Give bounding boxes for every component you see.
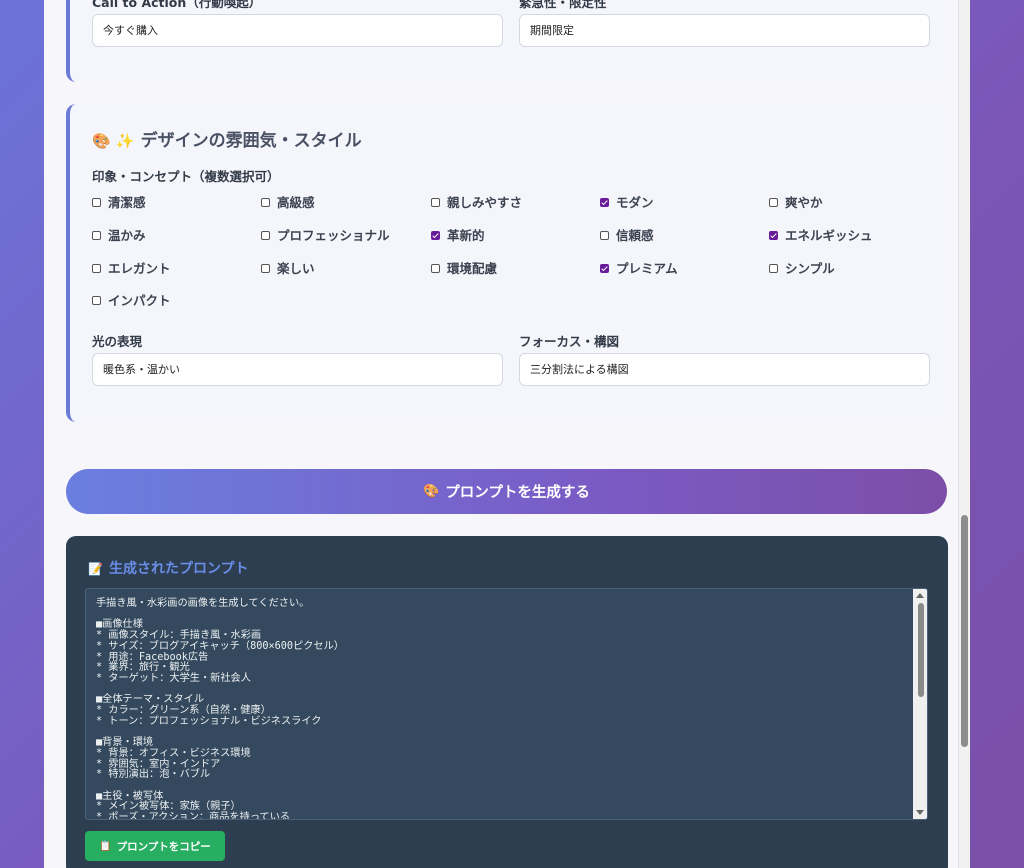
copy-prompt-button[interactable]: 📋 プロンプトをコピー <box>85 831 225 861</box>
concept-checkbox-option[interactable]: 清潔感 <box>92 192 146 211</box>
prompt-output-text: 手描き風・水彩画の画像を生成してください。 ■画像仕様 * 画像スタイル：手描き… <box>96 598 344 820</box>
checkbox-label: プレミアム <box>616 261 678 276</box>
palette-icon: 🎨 <box>423 484 440 499</box>
checkbox[interactable] <box>431 198 440 207</box>
generate-prompt-label: プロンプトを生成する <box>445 485 590 501</box>
result-title-text: 生成されたプロンプト <box>108 561 249 577</box>
checkbox-label: インパクト <box>108 293 171 308</box>
checkbox[interactable] <box>600 198 609 207</box>
concept-checkbox-option[interactable]: 環境配慮 <box>431 258 497 277</box>
checkbox-label: 革新的 <box>447 228 485 243</box>
checkbox-label: エネルギッシュ <box>785 228 873 243</box>
cta-section: Call to Action（行動喚起） 今すぐ購入 緊急性・限定性 期間限定 <box>66 0 948 82</box>
concept-checkbox-option[interactable]: エレガント <box>92 258 171 277</box>
scroll-up-arrow-icon[interactable] <box>916 593 924 598</box>
concept-checkbox-option[interactable]: 温かみ <box>92 225 146 244</box>
concept-label: 印象・コンセプト（複数選択可） <box>92 169 280 184</box>
checkbox[interactable] <box>92 264 101 273</box>
checkbox[interactable] <box>92 231 101 240</box>
main-content: Call to Action（行動喚起） 今すぐ購入 緊急性・限定性 期間限定 … <box>44 0 970 868</box>
checkbox[interactable] <box>92 296 101 305</box>
result-title: 📝 生成されたプロンプト <box>88 558 249 578</box>
checkbox-label: 信頼感 <box>616 228 654 243</box>
checkbox-label: 高級感 <box>277 195 315 210</box>
page-scrollbar[interactable] <box>958 0 970 868</box>
copy-prompt-label: プロンプトをコピー <box>116 840 211 853</box>
checkbox-label: 楽しい <box>277 261 315 276</box>
checkbox[interactable] <box>261 198 270 207</box>
checkbox[interactable] <box>769 231 778 240</box>
light-label: 光の表現 <box>92 334 143 349</box>
clipboard-icon: 📋 <box>99 840 112 852</box>
urgency-input[interactable]: 期間限定 <box>519 14 930 47</box>
checkbox-label: 親しみやすさ <box>447 195 523 210</box>
checkbox-label: 環境配慮 <box>447 261 498 276</box>
result-panel: 📝 生成されたプロンプト 手描き風・水彩画の画像を生成してください。 ■画像仕様 … <box>66 536 948 868</box>
concept-checkbox-option[interactable]: エネルギッシュ <box>769 225 873 244</box>
checkbox[interactable] <box>431 264 440 273</box>
checkbox[interactable] <box>92 198 101 207</box>
concept-checkbox-option[interactable]: モダン <box>600 192 654 211</box>
focus-label: フォーカス・構図 <box>519 334 620 349</box>
checkbox-label: エレガント <box>108 261 171 276</box>
concept-checkbox-option[interactable]: 高級感 <box>261 192 315 211</box>
concept-checkbox-option[interactable]: プレミアム <box>600 258 678 277</box>
palette-sparkle-icon: 🎨 ✨ <box>92 132 135 150</box>
cta-input[interactable]: 今すぐ購入 <box>92 14 503 47</box>
concept-checkbox-option[interactable]: プロフェッショナル <box>261 225 390 244</box>
checkbox-label: シンプル <box>785 261 835 276</box>
checkbox-label: 温かみ <box>108 228 146 243</box>
checkbox[interactable] <box>261 264 270 273</box>
concept-checkbox-option[interactable]: 革新的 <box>431 225 485 244</box>
checkbox[interactable] <box>600 264 609 273</box>
concept-checkbox-option[interactable]: シンプル <box>769 258 835 277</box>
urgency-label: 緊急性・限定性 <box>519 0 607 10</box>
textarea-scrollbar-thumb[interactable] <box>918 603 924 697</box>
checkbox-label: 清潔感 <box>108 195 146 210</box>
concept-checkbox-option[interactable]: インパクト <box>92 290 171 309</box>
concept-checkbox-option[interactable]: 信頼感 <box>600 225 654 244</box>
section-title: 🎨 ✨ デザインの雰囲気・スタイル <box>92 126 362 151</box>
concept-checkbox-option[interactable]: 楽しい <box>261 258 315 277</box>
checkbox-label: 爽やか <box>785 195 823 210</box>
light-input[interactable]: 暖色系・温かい <box>92 353 503 386</box>
checkbox[interactable] <box>431 231 440 240</box>
section-title-text: デザインの雰囲気・スタイル <box>140 131 362 151</box>
checkbox-label: モダン <box>616 195 654 210</box>
focus-input[interactable]: 三分割法による構図 <box>519 353 930 386</box>
concept-checkbox-option[interactable]: 親しみやすさ <box>431 192 522 211</box>
cta-label: Call to Action（行動喚起） <box>92 0 262 10</box>
checkbox[interactable] <box>600 231 609 240</box>
memo-icon: 📝 <box>88 562 103 576</box>
checkbox[interactable] <box>261 231 270 240</box>
textarea-scrollbar[interactable] <box>913 589 927 819</box>
scroll-down-arrow-icon[interactable] <box>916 810 924 815</box>
checkbox[interactable] <box>769 198 778 207</box>
concept-checkbox-option[interactable]: 爽やか <box>769 192 823 211</box>
design-style-section: 🎨 ✨ デザインの雰囲気・スタイル 印象・コンセプト（複数選択可） 清潔感 高級感 親… <box>66 104 948 422</box>
prompt-output-textarea[interactable]: 手描き風・水彩画の画像を生成してください。 ■画像仕様 * 画像スタイル：手描き… <box>85 588 928 820</box>
page-scrollbar-thumb[interactable] <box>961 515 968 747</box>
checkbox-label: プロフェッショナル <box>277 228 390 243</box>
checkbox[interactable] <box>769 264 778 273</box>
generate-prompt-button[interactable]: 🎨 プロンプトを生成する <box>66 469 947 514</box>
